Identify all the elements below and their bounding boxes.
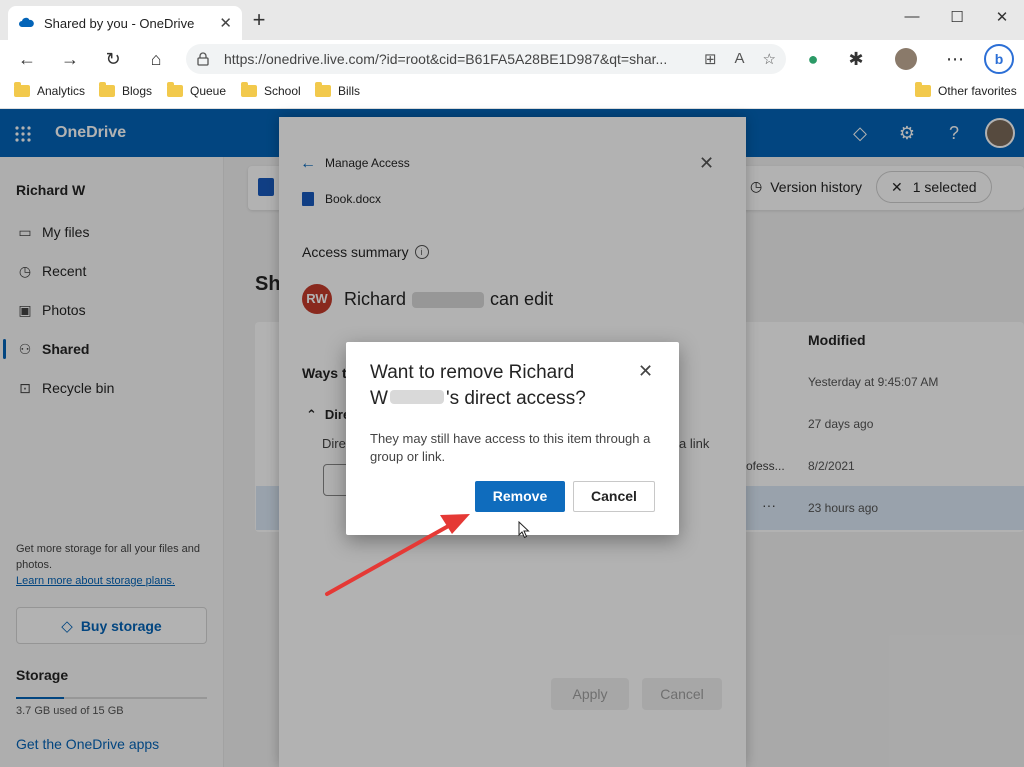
minimize-icon[interactable]: — bbox=[902, 8, 922, 25]
folder-icon bbox=[915, 82, 931, 97]
bookmark-label: Analytics bbox=[37, 84, 86, 98]
bookmark-queue[interactable]: Queue bbox=[167, 82, 227, 98]
home-icon[interactable]: ⌂ bbox=[143, 46, 169, 72]
app-available-icon[interactable]: ⊞ bbox=[704, 50, 717, 68]
extensions-icon[interactable]: ✱ bbox=[843, 46, 869, 72]
url-text: https://onedrive.live.com/?id=root&cid=B… bbox=[224, 51, 668, 67]
bookmark-bills[interactable]: Bills bbox=[315, 82, 361, 98]
browser-navbar: ← → ↻ ⌂ https://onedrive.live.com/?id=ro… bbox=[0, 40, 1024, 78]
address-bar[interactable]: https://onedrive.live.com/?id=root&cid=B… bbox=[186, 44, 786, 74]
refresh-icon[interactable]: ↻ bbox=[100, 46, 126, 72]
mouse-cursor-icon bbox=[518, 521, 530, 539]
redacted-surname bbox=[389, 390, 444, 404]
new-tab-button[interactable]: + bbox=[248, 9, 270, 31]
folder-icon bbox=[14, 82, 30, 97]
dialog-title-line1: Want to remove Richard bbox=[370, 362, 575, 383]
close-window-icon[interactable]: ✕ bbox=[992, 8, 1012, 26]
profile-avatar-icon[interactable] bbox=[893, 46, 919, 72]
bookmark-label: Bills bbox=[338, 84, 361, 98]
tab-close-icon[interactable]: ✕ bbox=[219, 14, 232, 32]
dialog-title-suffix: 's direct access? bbox=[445, 388, 586, 409]
back-arrow-icon[interactable]: ← bbox=[14, 46, 40, 72]
bookmark-label: Other favorites bbox=[938, 84, 1017, 98]
read-aloud-icon[interactable]: A bbox=[735, 50, 745, 68]
dialog-title-prefix: W bbox=[370, 388, 388, 409]
browser-tab[interactable]: Shared by you - OneDrive ✕ bbox=[8, 6, 242, 40]
bookmark-label: Blogs bbox=[122, 84, 153, 98]
browser-titlebar: Shared by you - OneDrive ✕ + — ☐ ✕ bbox=[0, 0, 1024, 40]
dialog-title: Want to remove Richard W 's direct access… bbox=[370, 360, 632, 412]
lock-icon bbox=[197, 52, 209, 66]
remove-button[interactable]: Remove bbox=[475, 481, 565, 512]
bookmark-other-favorites[interactable]: Other favorites bbox=[915, 82, 1017, 98]
folder-icon bbox=[315, 82, 331, 97]
bookmark-analytics[interactable]: Analytics bbox=[14, 82, 86, 98]
bing-icon[interactable]: b bbox=[984, 44, 1014, 74]
dialog-title-line2: W 's direct access? bbox=[370, 386, 632, 412]
bookmark-label: Queue bbox=[190, 84, 227, 98]
folder-icon bbox=[241, 82, 257, 97]
forward-arrow-icon[interactable]: → bbox=[57, 46, 83, 72]
maximize-icon[interactable]: ☐ bbox=[947, 8, 967, 26]
bookmarks-bar: Analytics Blogs Queue School Bills Other… bbox=[0, 78, 1024, 109]
tab-title: Shared by you - OneDrive bbox=[44, 15, 195, 31]
bookmark-school[interactable]: School bbox=[241, 82, 301, 98]
remove-access-dialog: Want to remove Richard W 's direct access… bbox=[346, 342, 679, 535]
onedrive-cloud-icon bbox=[19, 17, 34, 27]
folder-icon bbox=[167, 82, 183, 97]
bookmark-blogs[interactable]: Blogs bbox=[99, 82, 153, 98]
dialog-close-icon[interactable]: ✕ bbox=[638, 361, 653, 382]
cancel-button[interactable]: Cancel bbox=[573, 481, 655, 512]
grammarly-icon[interactable]: ● bbox=[800, 46, 826, 72]
folder-icon bbox=[99, 82, 115, 97]
favorite-star-icon[interactable]: ☆ bbox=[763, 50, 776, 68]
more-menu-icon[interactable]: ⋯ bbox=[942, 46, 968, 72]
bookmark-label: School bbox=[264, 84, 301, 98]
dialog-body: They may still have access to this item … bbox=[370, 431, 651, 464]
